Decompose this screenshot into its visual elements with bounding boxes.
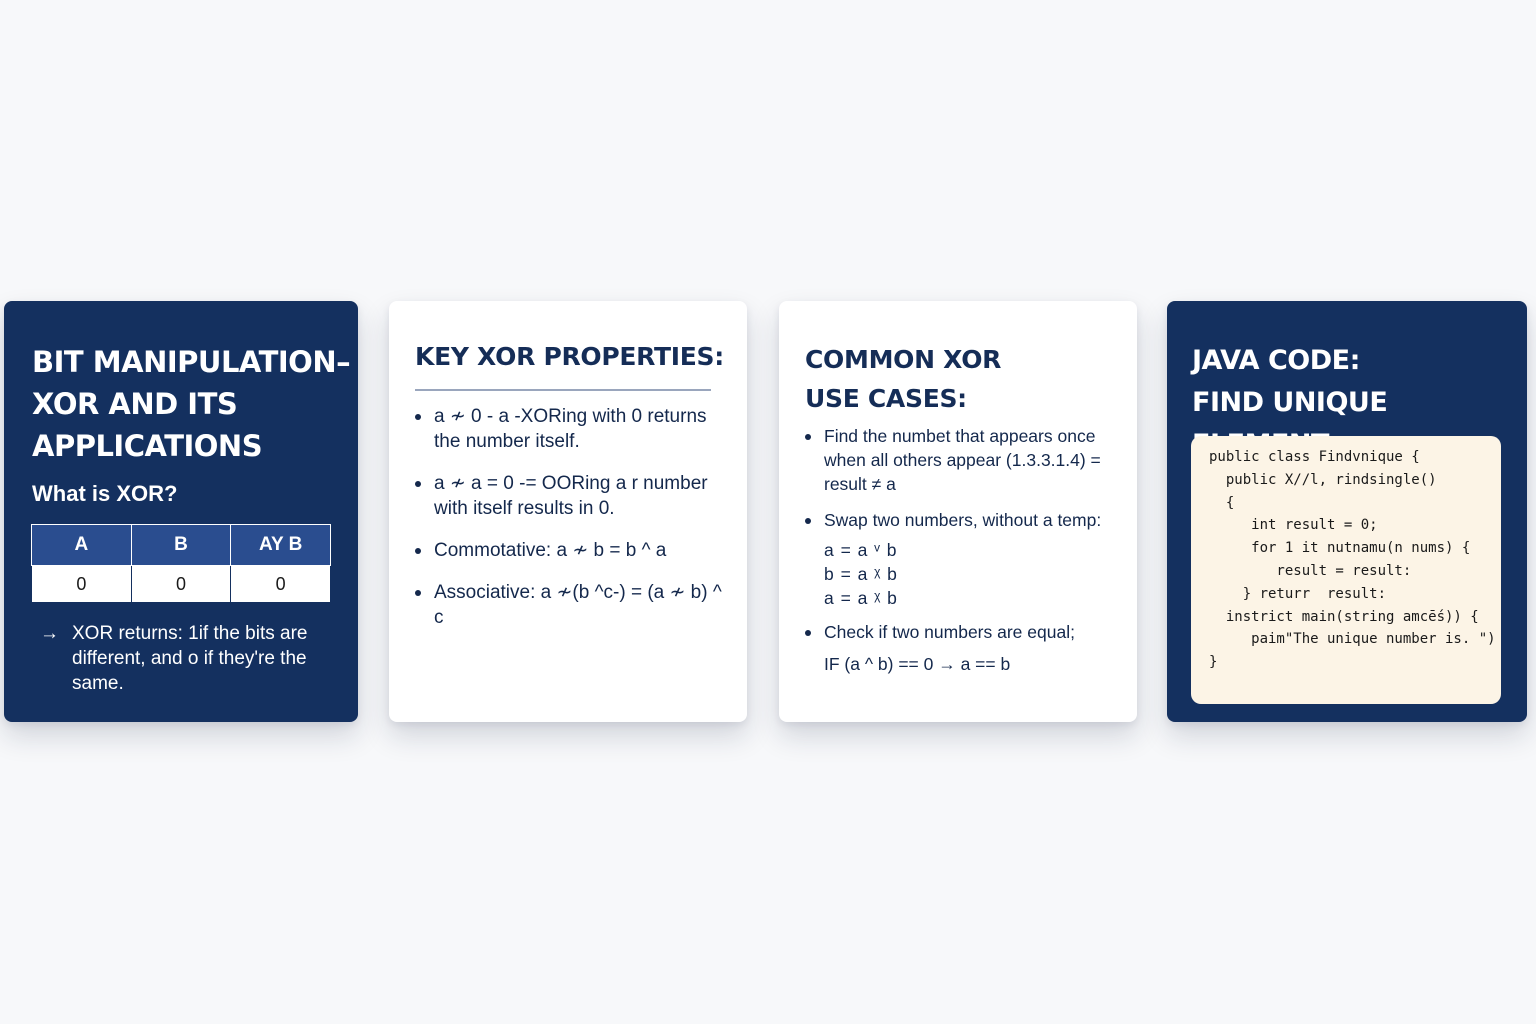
list-item: Associative: a ≁(b ^c-) = (a ≁ b) ^ c	[415, 580, 730, 630]
title-line: JAVA CODE:	[1192, 345, 1360, 376]
swap-line: b = a ᵡ b	[824, 564, 898, 584]
card-title: BIT MANIPULATION– XOR AND ITS APPLICATIO…	[32, 341, 351, 467]
code-line: result = result:	[1209, 562, 1412, 579]
card-xor-intro: BIT MANIPULATION– XOR AND ITS APPLICATIO…	[4, 301, 358, 722]
code-block: public class Findvnique { public X//l, r…	[1191, 436, 1501, 704]
title-line: XOR AND ITS	[32, 387, 238, 421]
card-use-cases: COMMON XOR USE CASES: Find the numbet th…	[779, 301, 1137, 722]
code-line: {	[1209, 494, 1235, 511]
code-line: } returr result:	[1209, 585, 1387, 602]
arrow-right-icon: →	[40, 623, 59, 644]
list-item: Check if two numbers are equal; IF (a ^ …	[805, 620, 1125, 676]
code-line: instrict main(string amcḗs)) {	[1209, 608, 1479, 625]
table-header: B	[130, 524, 232, 566]
title-line: USE CASES:	[805, 384, 967, 413]
list-item-text: Check if two numbers are equal;	[824, 622, 1075, 642]
table-cell: 0	[31, 565, 132, 603]
code-line: public class Findvnique {	[1209, 449, 1420, 465]
table-header: AY B	[230, 524, 331, 566]
table-cell: 0	[130, 565, 232, 603]
code-line: public X//l, rindsingle()	[1209, 471, 1437, 488]
code-line: int result = 0;	[1209, 517, 1378, 534]
properties-list: a ≁ 0 - a -XORing with 0 returns the num…	[415, 404, 730, 647]
list-item-text: Find the numbet that appears once when a…	[824, 426, 1101, 494]
title-line: BIT MANIPULATION–	[32, 345, 351, 379]
swap-line: a = a ᵡ b	[824, 588, 898, 608]
xor-note: → XOR returns: 1if the bits are differen…	[40, 621, 340, 696]
table-cell: 0	[230, 565, 331, 603]
table-header-row: A B AY B	[31, 524, 331, 566]
swap-line: a = a ᵛ b	[824, 540, 898, 560]
table-row: 0 0 0	[31, 565, 331, 603]
card-key-properties: KEY XOR PROPERTIES: a ≁ 0 - a -XORing wi…	[389, 301, 747, 722]
list-item: Swap two numbers, without a temp: a = a …	[805, 508, 1125, 610]
note-text: XOR returns: 1if the bits are different,…	[72, 623, 308, 694]
code-line: for 1 it nutnamu(n nums) {	[1209, 540, 1471, 557]
check-code: IF (a ^ b) == 0 → a == b	[824, 654, 1011, 674]
title-line: APPLICATIONS	[32, 429, 263, 463]
card-title: KEY XOR PROPERTIES:	[415, 342, 724, 371]
list-item-text: Swap two numbers, without a temp:	[824, 510, 1102, 530]
list-item: Commotative: a ≁ b = b ^ a	[415, 538, 730, 563]
code-line: }	[1209, 654, 1218, 671]
card-title: COMMON XOR USE CASES:	[805, 340, 1001, 418]
truth-table: A B AY B 0 0 0	[31, 524, 331, 603]
list-item: a ≁ 0 - a -XORing with 0 returns the num…	[415, 404, 730, 454]
swap-code: a = a ᵛ b b = a ᵡ b a = a ᵡ b	[824, 538, 1125, 610]
use-cases-list: Find the numbet that appears once when a…	[805, 424, 1125, 676]
table-header: A	[31, 524, 132, 566]
subtitle: What is XOR?	[32, 481, 178, 506]
title-line: COMMON XOR	[805, 345, 1002, 374]
code-line: paim"The unique number is. ")	[1209, 631, 1496, 648]
list-item: a ≁ a = 0 -= OORing a r number with itse…	[415, 471, 730, 521]
list-item: Find the numbet that appears once when a…	[805, 424, 1125, 496]
divider	[415, 389, 711, 391]
card-java-code: JAVA CODE: FIND UNIQUE ELEMENT public cl…	[1167, 301, 1527, 722]
